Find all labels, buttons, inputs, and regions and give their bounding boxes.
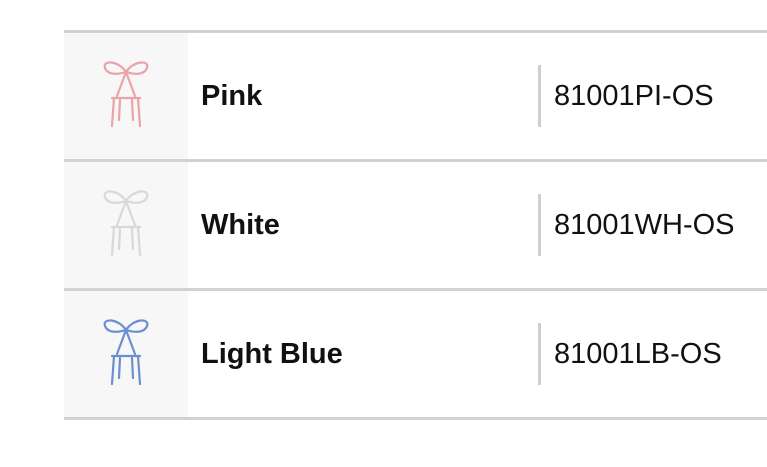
variant-color-name: Pink [201,79,263,112]
variant-sku: 81001PI-OS [554,79,714,112]
product-thumbnail [64,291,188,417]
color-variant-table: Pink 81001PI-OS White 81001WH-OS Light B… [64,30,767,420]
product-thumbnail [64,33,188,159]
variant-sku: 81001LB-OS [554,337,722,370]
variant-row-pink[interactable]: Pink 81001PI-OS [64,33,767,162]
ribbon-chair-icon [103,190,149,257]
column-divider [538,323,541,385]
variant-color-name: Light Blue [201,337,343,370]
column-divider [538,65,541,127]
variant-row-light-blue[interactable]: Light Blue 81001LB-OS [64,291,767,420]
variant-color-name: White [201,208,280,241]
variant-sku: 81001WH-OS [554,208,735,241]
column-divider [538,194,541,256]
variant-row-white[interactable]: White 81001WH-OS [64,162,767,291]
ribbon-chair-icon [103,319,149,386]
ribbon-chair-icon [103,61,149,128]
product-thumbnail [64,162,188,288]
